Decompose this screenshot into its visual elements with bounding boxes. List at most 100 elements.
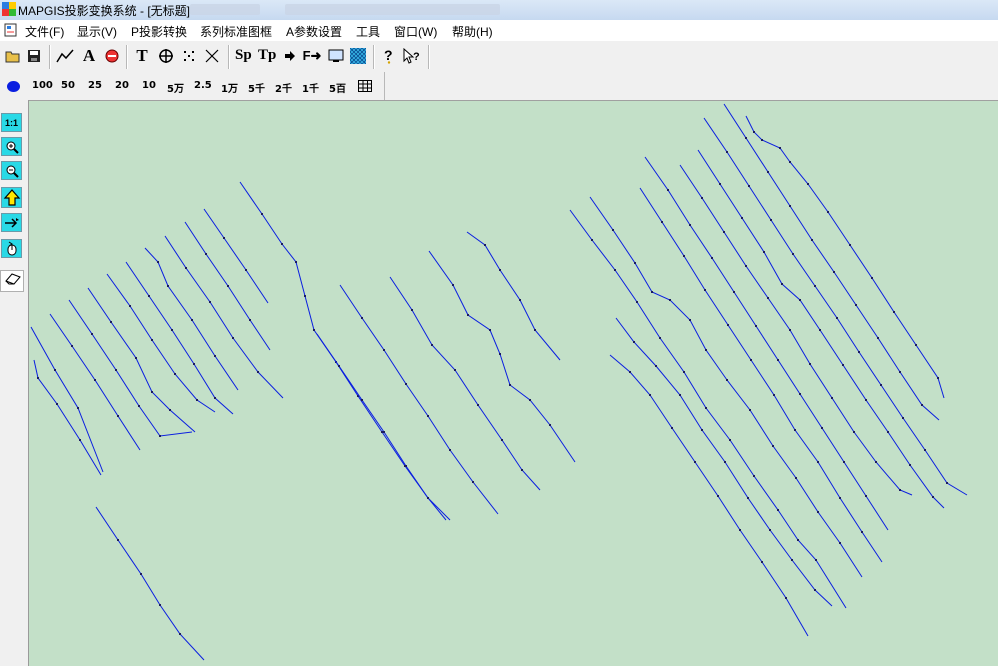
map-vertex <box>383 349 385 351</box>
map-vertex <box>763 251 765 253</box>
sp-button[interactable]: Sp <box>235 47 252 64</box>
polyline-icon[interactable] <box>55 46 75 66</box>
map-vertex <box>814 285 816 287</box>
scale-2-5[interactable]: 2.5 <box>194 80 212 91</box>
blue-dot-button[interactable] <box>7 81 20 92</box>
map-vertex <box>54 369 56 371</box>
menu-view[interactable]: 显示(V) <box>77 23 117 40</box>
monitor-icon[interactable] <box>326 46 346 66</box>
map-vertex <box>629 371 631 373</box>
pan-icon[interactable] <box>1 213 22 232</box>
map-vertex <box>704 289 706 291</box>
scale-10[interactable]: 10 <box>142 80 156 91</box>
scale-500[interactable]: 5百 <box>329 80 346 95</box>
tp-button[interactable]: Tp <box>258 47 276 64</box>
map-polyline <box>33 359 102 476</box>
main-toolbar: A T Sp Tp F➜ ? ? <box>0 41 998 73</box>
menu-tools[interactable]: 工具 <box>356 23 380 40</box>
scale-1000[interactable]: 1千 <box>302 80 319 95</box>
map-vertex <box>753 475 755 477</box>
map-polyline <box>49 313 141 451</box>
menu-help[interactable]: 帮助(H) <box>452 23 493 40</box>
map-vertex <box>115 369 117 371</box>
toolbar-separator <box>228 45 229 69</box>
open-folder-icon[interactable] <box>3 46 23 66</box>
map-vertex <box>855 304 857 306</box>
grid-map-icon[interactable] <box>348 46 368 66</box>
help-icon[interactable]: ? <box>379 46 399 66</box>
grid-icon[interactable] <box>358 80 372 92</box>
menu-window[interactable]: 窗口(W) <box>394 23 437 40</box>
map-vertex <box>797 539 799 541</box>
map-vertex <box>140 573 142 575</box>
refresh-icon[interactable] <box>1 239 22 258</box>
map-vertex <box>110 321 112 323</box>
eraser-tray <box>0 270 24 292</box>
map-vertex <box>261 213 263 215</box>
map-vertex <box>519 299 521 301</box>
context-help-icon[interactable]: ? <box>402 46 422 66</box>
map-canvas[interactable] <box>29 101 998 666</box>
scale-5000[interactable]: 5千 <box>248 80 265 95</box>
move-up-icon[interactable] <box>1 187 22 208</box>
zoom-out-icon[interactable] <box>1 161 22 180</box>
scale-50000[interactable]: 5万 <box>167 80 184 95</box>
map-vertex <box>831 397 833 399</box>
map-vertex <box>167 285 169 287</box>
save-icon[interactable] <box>24 46 44 66</box>
no-entry-icon[interactable] <box>102 46 122 66</box>
map-vertex <box>817 511 819 513</box>
map-vertex <box>789 329 791 331</box>
app-logo-icon <box>2 2 16 16</box>
toolbar-separator <box>428 45 429 69</box>
map-vertex <box>159 604 161 606</box>
map-polyline <box>164 235 284 399</box>
scale-10000[interactable]: 1万 <box>221 80 238 95</box>
scale-50[interactable]: 50 <box>61 80 75 91</box>
map-vertex <box>148 295 150 297</box>
crosshair-icon[interactable] <box>156 46 176 66</box>
map-vertex <box>726 151 728 153</box>
map-vertex <box>705 349 707 351</box>
map-vertex <box>405 465 407 467</box>
map-vertex <box>521 469 523 471</box>
menu-file[interactable]: 文件(F) <box>25 23 64 40</box>
map-vertex <box>817 461 819 463</box>
points-icon[interactable] <box>179 46 199 66</box>
eraser-icon[interactable] <box>5 273 21 285</box>
map-vertex <box>741 217 743 219</box>
scale-25[interactable]: 25 <box>88 80 102 91</box>
background-blur <box>285 4 500 15</box>
scale-20[interactable]: 20 <box>115 80 129 91</box>
menu-parameters[interactable]: A参数设置 <box>286 23 342 40</box>
svg-text:?: ? <box>384 48 393 63</box>
map-vertex <box>472 481 474 483</box>
text-A-icon[interactable]: A <box>79 46 99 66</box>
menu-projection[interactable]: P投影转换 <box>131 23 187 40</box>
map-vertex <box>770 219 772 221</box>
map-vertex <box>777 359 779 361</box>
map-vertex <box>223 237 225 239</box>
map-vertex <box>915 344 917 346</box>
text-T-icon[interactable]: T <box>132 46 152 66</box>
map-polyline <box>466 231 561 361</box>
map-vertex <box>861 531 863 533</box>
f-arrow-icon[interactable]: F➜ <box>302 46 322 66</box>
arrow-right-icon[interactable] <box>280 46 300 66</box>
zoom-in-icon[interactable] <box>1 137 22 156</box>
map-vertex <box>729 439 731 441</box>
scale-2000[interactable]: 2千 <box>275 80 292 95</box>
map-vertex <box>669 299 671 301</box>
map-vertex <box>295 261 297 263</box>
scale-100[interactable]: 100 <box>32 80 53 91</box>
map-vertex <box>755 325 757 327</box>
map-vertex <box>865 495 867 497</box>
map-vertex <box>489 329 491 331</box>
delete-x-icon[interactable] <box>202 46 222 66</box>
menu-standard-frame[interactable]: 系列标准图框 <box>200 23 272 40</box>
map-vertex <box>815 559 817 561</box>
map-vertex <box>723 231 725 233</box>
map-vertex <box>71 345 73 347</box>
map-vertex <box>454 369 456 371</box>
zoom-to-1-1-button[interactable]: 1:1 <box>1 113 22 132</box>
